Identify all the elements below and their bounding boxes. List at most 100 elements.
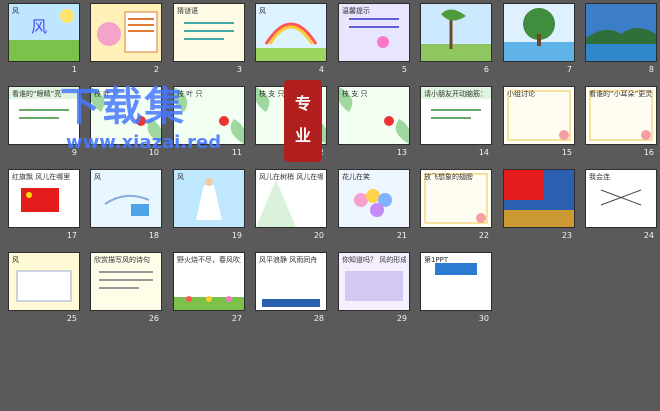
slide-thumbnail[interactable]: 看谁的“小耳朵”更灵 16 xyxy=(577,83,657,159)
slide-thumbnail[interactable]: 8 xyxy=(577,0,657,76)
slide-preview[interactable]: 看谁的“小耳朵”更灵 xyxy=(585,86,657,145)
slide-title: 风 xyxy=(12,7,19,15)
slide-preview[interactable]: 红旗飘 风儿在哪里 xyxy=(8,169,80,228)
slide-title: 猜谜语 xyxy=(177,7,198,15)
slide-title: 看谁的“小耳朵”更灵 xyxy=(589,90,653,98)
slide-title: 风 xyxy=(94,173,101,181)
slide-preview[interactable] xyxy=(585,3,657,62)
slide-thumbnail[interactable]: 6 xyxy=(412,0,492,76)
slide-number: 4 xyxy=(318,65,324,74)
slide-title: 风 xyxy=(259,7,266,15)
slide-thumbnail[interactable]: 枝 叶 只 10 xyxy=(82,83,162,159)
slide-thumbnail[interactable]: 7 xyxy=(495,0,575,76)
slide-number: 29 xyxy=(396,314,407,323)
slide-number: 20 xyxy=(313,231,324,240)
slide-number: 3 xyxy=(236,65,242,74)
slide-preview[interactable]: 你知道吗？ 风的形成 xyxy=(338,252,410,311)
slide-thumbnail[interactable]: 猜谜语 3 xyxy=(165,0,245,76)
slide-preview[interactable]: 看谁的“眼睛”亮 xyxy=(8,86,80,145)
slide-thumbnail[interactable]: 欣赏描写风的诗句 26 xyxy=(82,249,162,325)
slide-preview[interactable]: 欣赏描写风的诗句 xyxy=(90,252,162,311)
slide-preview[interactable] xyxy=(90,3,162,62)
slide-title: 请小朋友开动脑筋： xyxy=(424,90,487,98)
slide-preview[interactable]: 风 xyxy=(173,169,245,228)
slide-number: 5 xyxy=(401,65,407,74)
slide-thumbnail[interactable]: 我会连 24 xyxy=(577,166,657,242)
slide-thumbnail[interactable]: 枝 支 只 13 xyxy=(330,83,410,159)
slide-number: 19 xyxy=(231,231,242,240)
slide-preview[interactable]: 枝 叶 只 xyxy=(90,86,162,145)
slide-number: 21 xyxy=(396,231,407,240)
slide-number: 18 xyxy=(148,231,159,240)
slide-thumbnail[interactable]: 请小朋友开动脑筋： 14 xyxy=(412,83,492,159)
slide-preview[interactable]: 风儿在树梢 风儿在哪里 xyxy=(255,169,327,228)
slide-thumbnail[interactable]: 放飞想象的翅膀 22 xyxy=(412,166,492,242)
slide-number: 15 xyxy=(561,148,572,157)
slide-preview[interactable]: 放飞想象的翅膀 xyxy=(420,169,492,228)
slide-number: 16 xyxy=(643,148,654,157)
slide-thumbnail[interactable]: 红旗飘 风儿在哪里 17 xyxy=(0,166,80,242)
slide-title: 风平浪静 风雨同舟 xyxy=(259,256,318,264)
slide-number: 28 xyxy=(313,314,324,323)
slide-preview[interactable]: 风 xyxy=(90,169,162,228)
slide-preview[interactable]: 请小朋友开动脑筋： xyxy=(420,86,492,145)
slide-title: 你知道吗？ 风的形成 xyxy=(342,256,406,264)
slide-preview[interactable] xyxy=(420,3,492,62)
slide-preview[interactable]: 第1PPT xyxy=(420,252,492,311)
slide-thumbnail[interactable]: 野火烧不尽，春风吹又生。 27 xyxy=(165,249,245,325)
slide-number: 1 xyxy=(71,65,77,74)
slide-number: 9 xyxy=(71,148,77,157)
slide-thumbnail[interactable]: 23 xyxy=(495,166,575,242)
slide-preview[interactable]: 风 xyxy=(8,252,80,311)
slide-thumbnail[interactable]: 温馨提示 5 xyxy=(330,0,410,76)
slide-thumbnail[interactable]: 枝 叶 只 11 xyxy=(165,83,245,159)
slide-thumbnail[interactable]: 花儿在笑 21 xyxy=(330,166,410,242)
slide-title: 放飞想象的翅膀 xyxy=(424,173,473,181)
slide-thumbnail[interactable]: 风 19 xyxy=(165,166,245,242)
slide-number: 2 xyxy=(153,65,159,74)
slide-thumbnail[interactable]: 小组讨论 15 xyxy=(495,83,575,159)
slide-title: 温馨提示 xyxy=(342,7,370,15)
slide-thumbnail[interactable]: 2 xyxy=(82,0,162,76)
slide-title: 小组讨论 xyxy=(507,90,535,98)
slide-preview[interactable]: 猜谜语 xyxy=(173,3,245,62)
slide-thumbnail[interactable]: 你知道吗？ 风的形成 29 xyxy=(330,249,410,325)
slide-thumbnail[interactable]: 风平浪静 风雨同舟 28 xyxy=(247,249,327,325)
slide-thumbnail[interactable]: 风儿在树梢 风儿在哪里 20 xyxy=(247,166,327,242)
slide-artwork xyxy=(504,4,574,61)
slide-number: 8 xyxy=(648,65,654,74)
slide-preview[interactable]: 我会连 xyxy=(585,169,657,228)
slide-title: 枝 叶 只 xyxy=(177,90,203,98)
slide-thumbnail[interactable]: 风风 1 xyxy=(0,0,80,76)
slide-preview[interactable]: 野火烧不尽，春风吹又生。 xyxy=(173,252,245,311)
slide-preview[interactable] xyxy=(503,169,575,228)
slide-preview[interactable] xyxy=(503,3,575,62)
slide-preview[interactable]: 风平浪静 风雨同舟 xyxy=(255,252,327,311)
slide-preview[interactable]: 小组讨论 xyxy=(503,86,575,145)
slide-preview[interactable]: 枝 支 只 xyxy=(338,86,410,145)
slide-preview[interactable]: 枝 叶 只 xyxy=(173,86,245,145)
slide-thumbnail[interactable]: 风 25 xyxy=(0,249,80,325)
slide-number: 22 xyxy=(478,231,489,240)
slide-title: 欣赏描写风的诗句 xyxy=(94,256,150,264)
slide-preview[interactable]: 风风 xyxy=(8,3,80,62)
slide-number: 6 xyxy=(483,65,489,74)
slide-preview[interactable]: 风 xyxy=(255,3,327,62)
slide-preview[interactable]: 温馨提示 xyxy=(338,3,410,62)
slide-preview[interactable]: 花儿在笑 xyxy=(338,169,410,228)
slide-sorter-grid: 风风 1 2 猜谜语 3 风 4 温馨提示 5 6 7 8 看谁的“眼睛”亮 9 枝 叶 只 10 枝 叶 只1… xyxy=(0,0,660,411)
slide-title: 风 xyxy=(12,256,19,264)
slide-number: 13 xyxy=(396,148,407,157)
slide-thumbnail[interactable]: 风4 xyxy=(247,0,327,76)
slide-title: 风儿在树梢 风儿在哪里 xyxy=(259,173,323,181)
watermark-seal: 专业 xyxy=(284,80,322,162)
slide-title: 看谁的“眼睛”亮 xyxy=(12,90,62,98)
slide-number: 25 xyxy=(66,314,77,323)
slide-thumbnail[interactable]: 风 18 xyxy=(82,166,162,242)
slide-thumbnail[interactable]: 第1PPT 30 xyxy=(412,249,492,325)
slide-artwork xyxy=(586,4,656,61)
slide-thumbnail[interactable]: 看谁的“眼睛”亮 9 xyxy=(0,83,80,159)
slide-number: 14 xyxy=(478,148,489,157)
slide-title: 红旗飘 风儿在哪里 xyxy=(12,173,71,181)
slide-title: 花儿在笑 xyxy=(342,173,370,181)
